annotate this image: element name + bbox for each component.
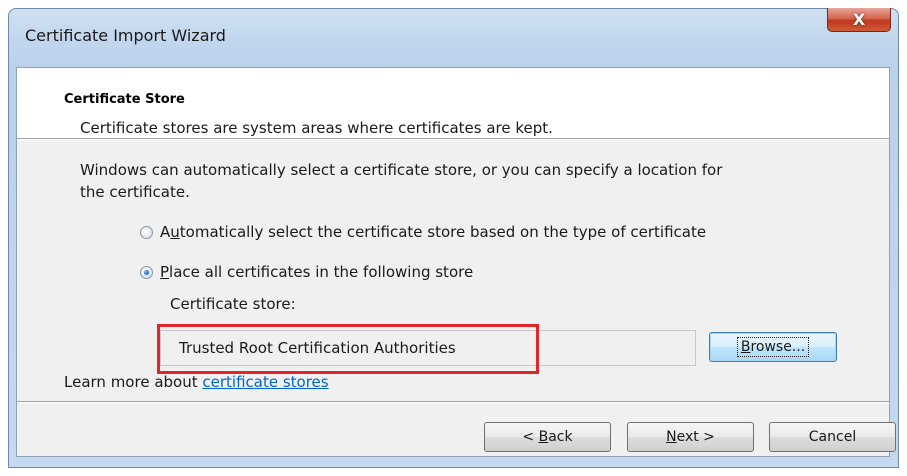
page-subtitle: Certificate stores are system areas wher…: [80, 119, 553, 137]
intro-text-line2: the certificate.: [80, 183, 190, 201]
next-button[interactable]: Next >: [627, 422, 754, 452]
cancel-button[interactable]: Cancel: [769, 422, 896, 452]
browse-button[interactable]: Browse...: [709, 332, 837, 362]
wizard-header: Certificate Store Certificate stores are…: [17, 68, 889, 138]
browse-button-label: Browse...: [736, 337, 810, 357]
window-title: Certificate Import Wizard: [25, 26, 226, 45]
radio-place-in-store[interactable]: [140, 266, 153, 279]
intro-text-line1: Windows can automatically select a certi…: [80, 161, 723, 179]
header-divider: [17, 138, 889, 140]
close-icon: X: [852, 10, 866, 29]
back-button-label: < Back: [522, 429, 573, 445]
back-button[interactable]: < Back: [484, 422, 611, 452]
radio-auto-select-label[interactable]: Automatically select the certificate sto…: [160, 223, 706, 241]
cancel-button-label: Cancel: [808, 429, 857, 445]
certificate-stores-link[interactable]: certificate stores: [202, 373, 328, 391]
next-button-label: Next >: [666, 429, 715, 445]
wizard-window: Certificate Import Wizard X Certificate …: [8, 8, 899, 468]
certificate-store-label: Certificate store:: [170, 295, 296, 313]
footer-divider: [17, 401, 889, 403]
learn-more-text: Learn more about certificate stores: [64, 373, 329, 391]
close-button[interactable]: X: [827, 8, 891, 32]
page-title: Certificate Store: [64, 92, 185, 107]
wizard-client-area: Certificate Store Certificate stores are…: [16, 67, 896, 457]
radio-place-in-store-label[interactable]: Place all certificates in the following …: [160, 263, 473, 281]
highlight-annotation-box: [157, 324, 539, 374]
radio-selected-dot: [144, 270, 149, 275]
radio-auto-select[interactable]: [140, 226, 153, 239]
